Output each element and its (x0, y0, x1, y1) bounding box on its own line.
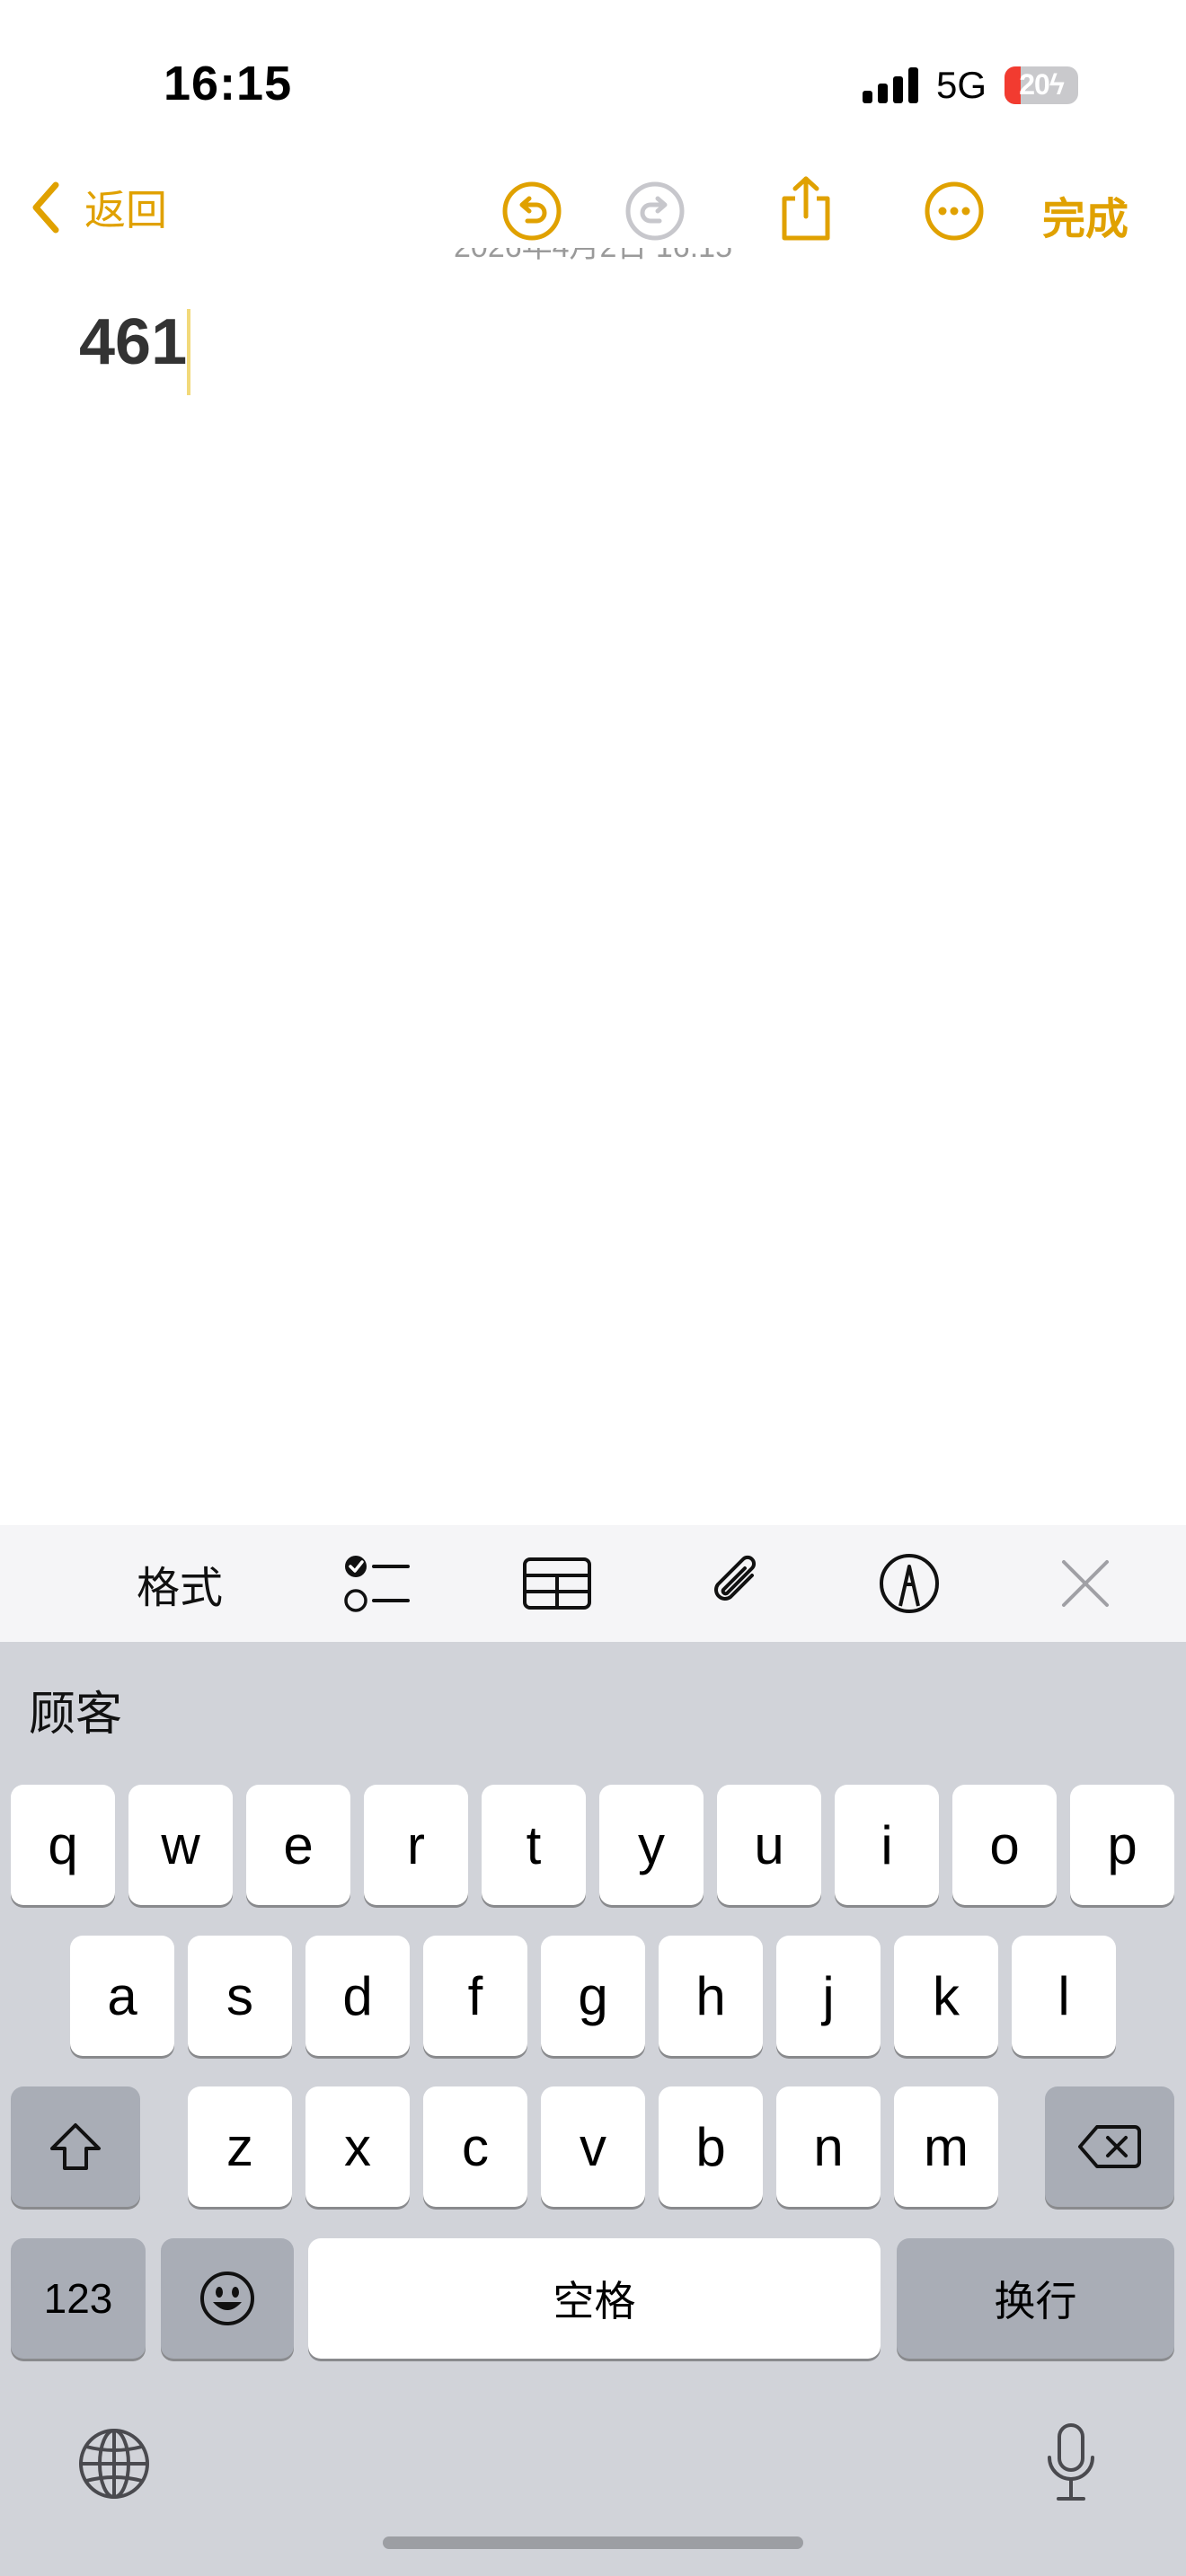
more-icon (925, 181, 984, 241)
done-button[interactable]: 完成 (1042, 183, 1128, 246)
key-j[interactable]: j (776, 1936, 881, 2056)
candidate-word[interactable]: 顾客 (29, 1676, 122, 1743)
note-date: 2026年4月2日 16:15 (0, 248, 1186, 289)
checklist-button[interactable] (323, 1525, 431, 1642)
shift-icon (50, 2123, 101, 2170)
delete-key[interactable] (1045, 2086, 1174, 2207)
key-t[interactable]: t (482, 1785, 586, 1905)
key-y[interactable]: y (599, 1785, 704, 1905)
emoji-icon (200, 2272, 254, 2325)
key-n[interactable]: n (776, 2086, 881, 2207)
table-button[interactable] (503, 1525, 611, 1642)
key-f[interactable]: f (423, 1936, 527, 2056)
back-button[interactable]: 返回 (31, 178, 167, 237)
key-h[interactable]: h (659, 1936, 763, 2056)
shift-key[interactable] (11, 2086, 140, 2207)
key-x[interactable]: x (305, 2086, 410, 2207)
text-cursor (187, 309, 190, 395)
status-indicators: 5G 20ϟ (862, 63, 1078, 108)
share-button[interactable] (774, 176, 838, 241)
chevron-left-icon (32, 181, 59, 234)
key-b[interactable]: b (659, 2086, 763, 2207)
key-d[interactable]: d (305, 1936, 410, 2056)
emoji-key[interactable] (161, 2238, 294, 2359)
keyboard: 顾客 q w e r t y u i o p a s d f g h j k l… (0, 1642, 1186, 2576)
key-i[interactable]: i (835, 1785, 939, 1905)
key-l[interactable]: l (1012, 1936, 1116, 2056)
return-key[interactable]: 换行 (897, 2238, 1174, 2359)
key-e[interactable]: e (246, 1785, 350, 1905)
status-time: 16:15 (164, 57, 293, 110)
globe-button[interactable] (75, 2425, 153, 2502)
key-c[interactable]: c (423, 2086, 527, 2207)
markup-icon (880, 1554, 939, 1613)
back-label: 返回 (84, 187, 167, 234)
key-m[interactable]: m (894, 2086, 998, 2207)
close-toolbar-button[interactable] (1031, 1525, 1139, 1642)
key-w[interactable]: w (128, 1785, 233, 1905)
key-q[interactable]: q (11, 1785, 115, 1905)
key-p[interactable]: p (1070, 1785, 1174, 1905)
charging-bolt-icon: ϟ (1049, 68, 1065, 101)
attachment-icon (714, 1555, 757, 1601)
key-k[interactable]: k (894, 1936, 998, 2056)
key-g[interactable]: g (541, 1936, 645, 2056)
share-icon (782, 176, 830, 241)
home-indicator[interactable] (383, 2536, 803, 2549)
close-icon (1062, 1560, 1109, 1607)
key-v[interactable]: v (541, 2086, 645, 2207)
battery-icon: 20ϟ (1005, 66, 1078, 104)
key-z[interactable]: z (188, 2086, 292, 2207)
key-a[interactable]: a (70, 1936, 174, 2056)
cellular-signal-icon (862, 67, 918, 103)
dictation-button[interactable] (1037, 2420, 1105, 2506)
battery-level: 20 (1019, 68, 1050, 101)
delete-icon (1078, 2125, 1141, 2168)
checklist-icon (344, 1556, 410, 1612)
markup-button[interactable] (855, 1525, 963, 1642)
attachment-button[interactable] (683, 1525, 791, 1642)
numbers-key[interactable]: 123 (11, 2238, 146, 2359)
undo-button[interactable] (500, 179, 564, 243)
format-button[interactable]: 格式 (117, 1525, 243, 1642)
key-o[interactable]: o (952, 1785, 1057, 1905)
formatting-toolbar: 格式 (0, 1525, 1186, 1642)
redo-button[interactable] (623, 179, 687, 243)
key-r[interactable]: r (364, 1785, 468, 1905)
note-date-text: 2026年4月2日 16:15 (454, 248, 732, 264)
note-title[interactable]: 461 (79, 305, 187, 379)
undo-icon (502, 181, 562, 241)
space-key[interactable]: 空格 (308, 2238, 881, 2359)
key-s[interactable]: s (188, 1936, 292, 2056)
format-label: 格式 (136, 1565, 223, 1612)
globe-icon (79, 2429, 149, 2499)
table-icon (523, 1557, 591, 1610)
microphone-icon (1048, 2423, 1094, 2501)
redo-icon (625, 181, 685, 241)
more-button[interactable] (922, 179, 987, 243)
key-u[interactable]: u (717, 1785, 821, 1905)
network-type: 5G (935, 64, 987, 106)
